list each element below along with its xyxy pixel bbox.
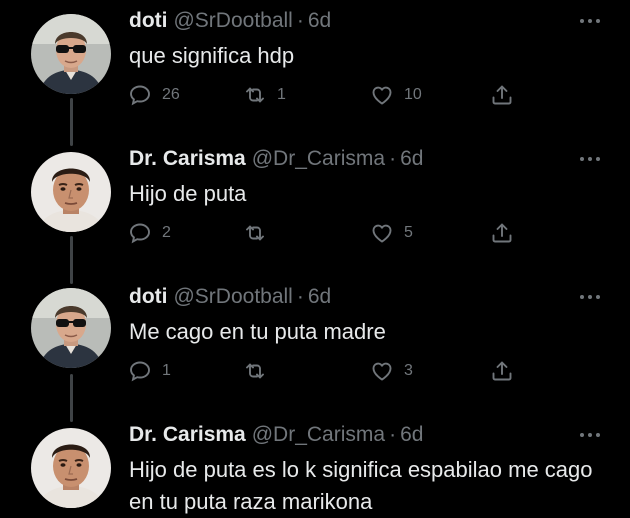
tweet-text: Me cago en tu puta madre — [129, 319, 386, 344]
share-icon — [492, 361, 512, 381]
retweet-button[interactable] — [243, 220, 277, 246]
retweet-button[interactable]: 1 — [243, 82, 286, 108]
heart-icon — [372, 224, 392, 243]
avatar-doti[interactable] — [31, 288, 111, 368]
share-button[interactable] — [490, 358, 514, 384]
separator-dot: · — [296, 9, 304, 32]
avatar-dr-carisma[interactable] — [31, 152, 111, 232]
retweet-icon — [246, 87, 264, 103]
tweet[interactable]: Dr. Carisma @Dr_Carisma · 6d Hijo de put… — [0, 420, 630, 518]
like-count: 3 — [404, 362, 413, 379]
retweet-icon — [246, 363, 264, 379]
tweet-text: Hijo de puta es lo k significa espabilao… — [129, 457, 593, 514]
conversation-thread: doti @SrDootball · 6d que significa hdp … — [0, 0, 630, 518]
display-name[interactable]: doti — [129, 282, 167, 312]
like-button[interactable]: 3 — [370, 358, 413, 384]
separator-dot: · — [389, 147, 397, 170]
tweet-actions: 1 3 — [128, 358, 528, 384]
more-icon[interactable] — [580, 156, 600, 162]
reply-icon — [130, 85, 150, 106]
user-handle[interactable]: @Dr_Carisma — [252, 144, 385, 174]
tweet-text: que significa hdp — [129, 43, 295, 68]
like-button[interactable]: 5 — [370, 220, 413, 246]
timestamp[interactable]: 6d — [400, 144, 423, 174]
reply-button[interactable]: 26 — [128, 82, 180, 108]
more-icon[interactable] — [580, 432, 600, 438]
reply-icon — [130, 361, 150, 382]
user-handle[interactable]: @SrDootball — [173, 282, 292, 312]
heart-icon — [372, 362, 392, 381]
more-icon[interactable] — [580, 294, 600, 300]
share-icon — [492, 223, 512, 243]
reply-button[interactable]: 2 — [128, 220, 171, 246]
tweet-header: doti @SrDootball · 6d — [129, 282, 331, 312]
retweet-count: 1 — [277, 86, 286, 103]
share-button[interactable] — [490, 82, 514, 108]
user-handle[interactable]: @Dr_Carisma — [252, 420, 385, 450]
tweet-text: Hijo de puta — [129, 181, 247, 206]
tweet-header: Dr. Carisma @Dr_Carisma · 6d — [129, 420, 423, 450]
avatar-doti[interactable] — [31, 14, 111, 94]
reply-count: 26 — [162, 86, 180, 103]
tweet[interactable]: doti @SrDootball · 6d que significa hdp … — [0, 6, 630, 116]
timestamp[interactable]: 6d — [308, 6, 331, 36]
reply-button[interactable]: 1 — [128, 358, 171, 384]
like-button[interactable]: 10 — [370, 82, 422, 108]
like-count: 10 — [404, 86, 422, 103]
display-name[interactable]: doti — [129, 6, 167, 36]
more-icon[interactable] — [580, 18, 600, 24]
timestamp[interactable]: 6d — [400, 420, 423, 450]
avatar-dr-carisma[interactable] — [31, 428, 111, 508]
reply-count: 2 — [162, 224, 171, 241]
tweet-actions: 26 1 10 — [128, 82, 528, 108]
retweet-icon — [246, 225, 264, 241]
separator-dot: · — [296, 285, 304, 308]
tweet-actions: 2 5 — [128, 220, 528, 246]
heart-icon — [372, 86, 392, 105]
share-button[interactable] — [490, 220, 514, 246]
reply-icon — [130, 223, 150, 244]
tweet[interactable]: doti @SrDootball · 6d Me cago en tu puta… — [0, 282, 630, 392]
user-handle[interactable]: @SrDootball — [173, 6, 292, 36]
reply-count: 1 — [162, 362, 171, 379]
display-name[interactable]: Dr. Carisma — [129, 144, 246, 174]
tweet-header: doti @SrDootball · 6d — [129, 6, 331, 36]
tweet-header: Dr. Carisma @Dr_Carisma · 6d — [129, 144, 423, 174]
separator-dot: · — [389, 423, 397, 446]
like-count: 5 — [404, 224, 413, 241]
tweet[interactable]: Dr. Carisma @Dr_Carisma · 6d Hijo de put… — [0, 144, 630, 254]
share-icon — [492, 85, 512, 105]
timestamp[interactable]: 6d — [308, 282, 331, 312]
retweet-button[interactable] — [243, 358, 277, 384]
display-name[interactable]: Dr. Carisma — [129, 420, 246, 450]
